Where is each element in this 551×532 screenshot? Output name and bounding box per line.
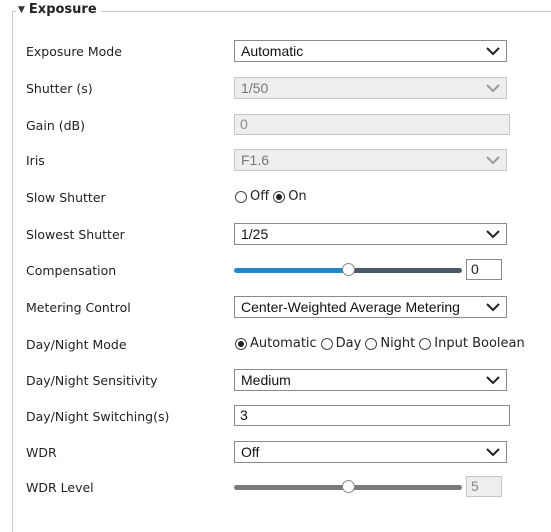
wdr-select[interactable]: Off <box>234 441 507 463</box>
chevron-down-icon <box>486 156 500 165</box>
wdr-level-label: WDR Level <box>26 480 94 495</box>
day-night-mode-radio-group: Automatic Day Night Input Boolean <box>235 336 529 351</box>
iris-label: Iris <box>26 153 45 168</box>
slider-track-fill <box>234 485 348 490</box>
radio-button-checked[interactable] <box>235 337 247 350</box>
radio-button-checked[interactable] <box>273 190 286 203</box>
gain-label: Gain (dB) <box>26 118 85 133</box>
row-compensation: Compensation 0 <box>0 259 551 283</box>
day-night-night-option[interactable]: Night <box>365 336 415 351</box>
day-night-day-option[interactable]: Day <box>320 336 361 351</box>
shutter-label: Shutter (s) <box>26 81 93 96</box>
shutter-select: 1/50 <box>234 77 507 99</box>
row-iris: Iris F1.6 <box>0 149 551 173</box>
slider-track <box>348 485 462 490</box>
slider-track <box>348 268 462 273</box>
slowest-shutter-label: Slowest Shutter <box>26 227 125 242</box>
iris-select: F1.6 <box>234 149 507 171</box>
radio-button[interactable] <box>235 190 247 203</box>
day-night-sensitivity-label: Day/Night Sensitivity <box>26 373 158 388</box>
exposure-mode-label: Exposure Mode <box>26 44 122 59</box>
chevron-down-icon <box>486 303 500 312</box>
compensation-value-input[interactable]: 0 <box>466 259 502 280</box>
row-slowest-shutter: Slowest Shutter 1/25 <box>0 223 551 247</box>
metering-control-select[interactable]: Center-Weighted Average Metering <box>234 296 507 318</box>
compensation-slider[interactable] <box>234 262 462 278</box>
section-title: Exposure <box>28 2 97 17</box>
radio-button[interactable] <box>419 337 432 350</box>
slider-thumb <box>342 480 355 493</box>
wdr-label: WDR <box>26 445 57 460</box>
slow-shutter-off-option[interactable]: Off <box>235 189 269 204</box>
chevron-down-icon <box>486 84 500 93</box>
row-wdr: WDR Off <box>0 441 551 465</box>
chevron-down-icon <box>486 47 500 56</box>
exposure-section-header[interactable]: ▼ Exposure <box>16 2 101 17</box>
metering-control-label: Metering Control <box>26 300 131 315</box>
day-night-automatic-option[interactable]: Automatic <box>235 336 317 351</box>
wdr-level-value-input: 5 <box>466 476 502 497</box>
chevron-down-icon <box>486 230 500 239</box>
row-day-night-mode: Day/Night Mode Automatic Day Night Input… <box>0 333 551 357</box>
radio-button[interactable] <box>320 337 333 350</box>
chevron-down-icon <box>486 448 500 457</box>
row-slow-shutter: Slow Shutter Off On <box>0 186 551 210</box>
wdr-level-slider <box>234 479 462 495</box>
exposure-mode-select[interactable]: Automatic <box>234 40 507 62</box>
day-night-mode-label: Day/Night Mode <box>26 337 127 352</box>
day-night-switching-input[interactable]: 3 <box>234 405 510 426</box>
slowest-shutter-select[interactable]: 1/25 <box>234 223 507 245</box>
day-night-switching-label: Day/Night Switching(s) <box>26 409 170 424</box>
radio-button[interactable] <box>365 337 378 350</box>
slow-shutter-radio-group: Off On <box>235 189 311 204</box>
day-night-sensitivity-select[interactable]: Medium <box>234 369 507 391</box>
day-night-input-boolean-option[interactable]: Input Boolean <box>419 336 525 351</box>
triangle-down-icon[interactable]: ▼ <box>18 5 25 15</box>
row-day-night-sensitivity: Day/Night Sensitivity Medium <box>0 369 551 393</box>
slow-shutter-on-option[interactable]: On <box>273 189 307 204</box>
gain-input: 0 <box>234 114 510 135</box>
row-gain: Gain (dB) 0 <box>0 114 551 138</box>
slider-thumb[interactable] <box>342 263 355 276</box>
slow-shutter-label: Slow Shutter <box>26 190 106 205</box>
row-day-night-switching: Day/Night Switching(s) 3 <box>0 405 551 429</box>
slider-track-fill <box>234 268 348 273</box>
compensation-label: Compensation <box>26 263 117 278</box>
row-wdr-level: WDR Level 5 <box>0 476 551 500</box>
chevron-down-icon <box>486 376 500 385</box>
row-exposure-mode: Exposure Mode Automatic <box>0 40 551 64</box>
row-shutter: Shutter (s) 1/50 <box>0 77 551 101</box>
row-metering-control: Metering Control Center-Weighted Average… <box>0 296 551 320</box>
